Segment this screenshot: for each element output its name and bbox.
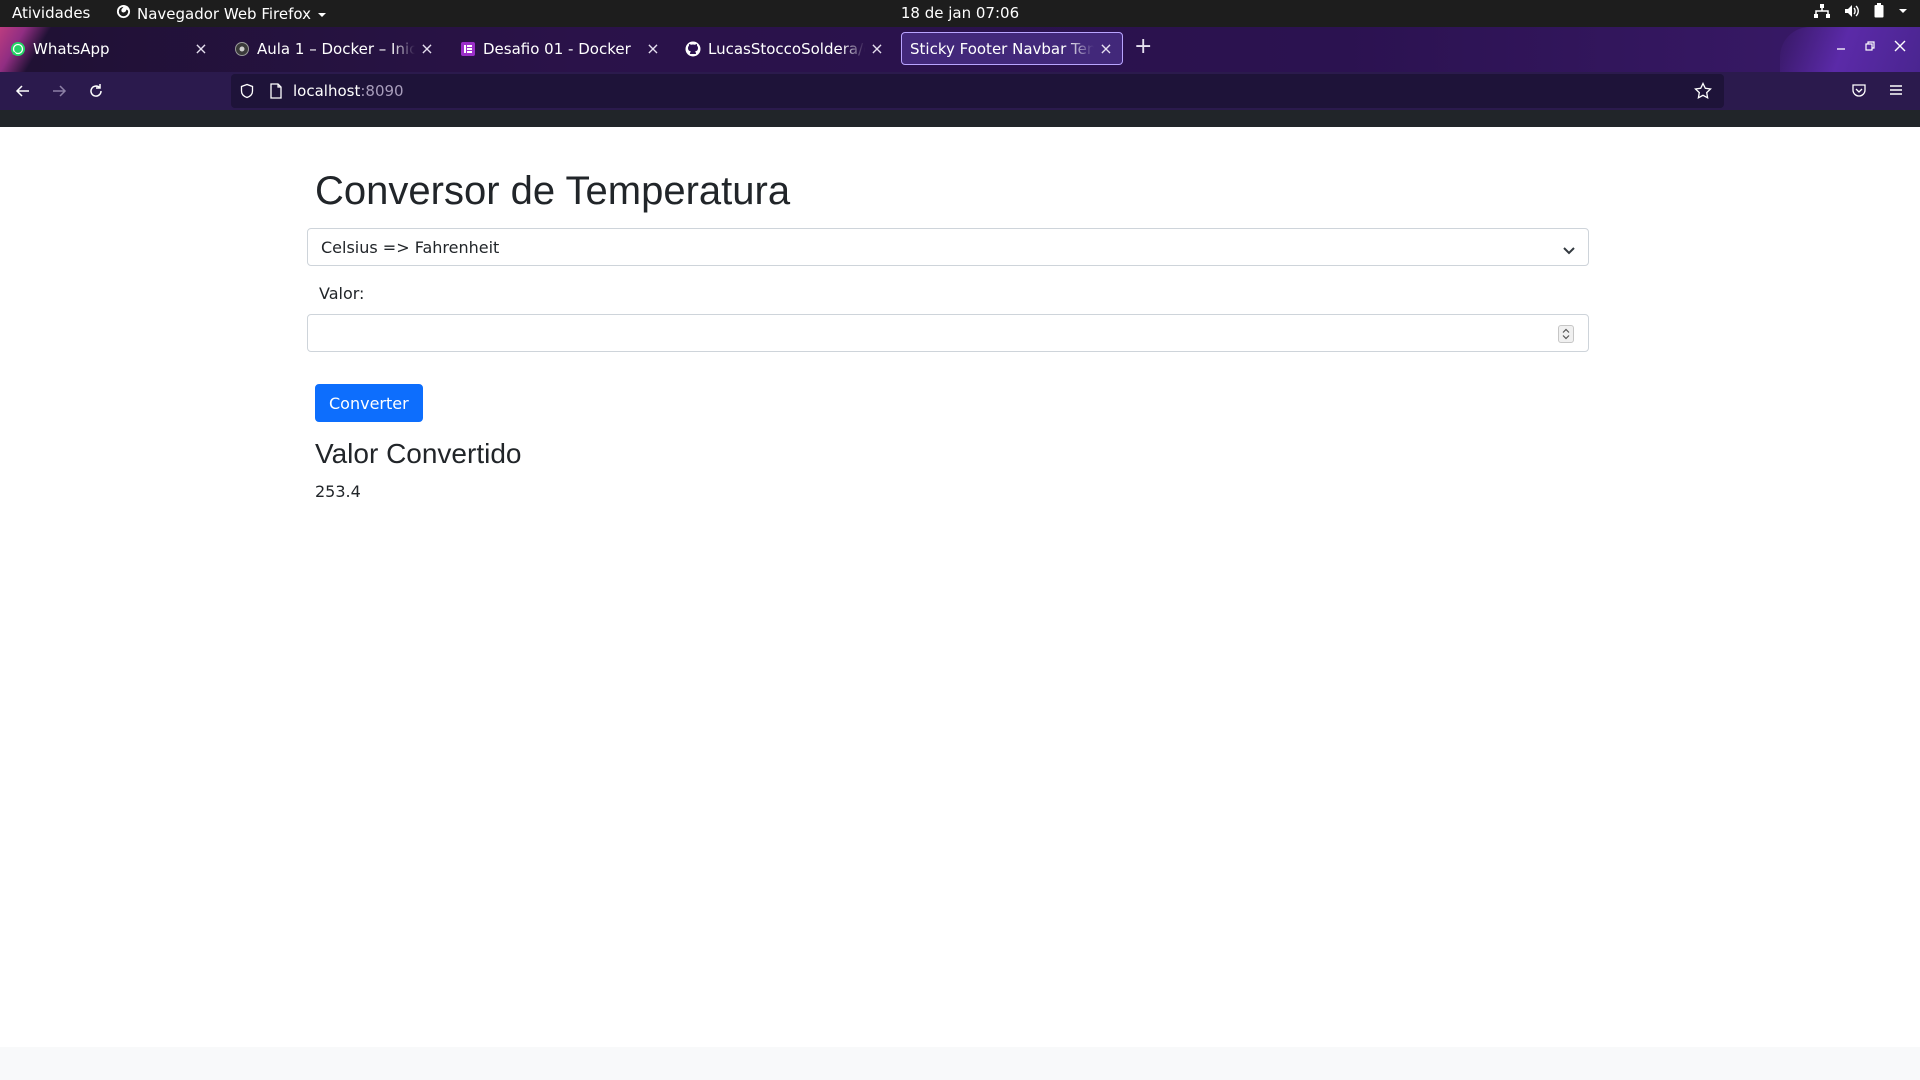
page-title: Conversor de Temperatura (315, 169, 791, 213)
close-tab-icon[interactable]: × (419, 39, 435, 58)
close-window-icon[interactable] (1894, 40, 1906, 56)
reload-icon[interactable] (87, 82, 105, 100)
volume-icon (1844, 4, 1860, 18)
system-tray[interactable] (1814, 3, 1908, 18)
navigation-toolbar: localhost:8090 (0, 72, 1920, 110)
value-input[interactable] (307, 314, 1589, 352)
back-arrow-icon[interactable] (14, 82, 32, 100)
sticky-footer (0, 1047, 1920, 1080)
tab-title: WhatsApp (33, 39, 110, 58)
tab-whatsapp[interactable]: WhatsApp × (2, 32, 217, 65)
tab-title: Desafio 01 - Docker (483, 39, 631, 58)
value-label: Valor: (319, 284, 365, 303)
close-tab-icon[interactable]: × (1098, 39, 1114, 58)
close-tab-icon[interactable]: × (193, 39, 209, 58)
new-tab-plus-icon[interactable]: + (1134, 36, 1152, 58)
address-bar[interactable]: localhost:8090 (231, 74, 1724, 108)
whatsapp-icon (10, 41, 26, 57)
desafio-favicon-icon (460, 41, 476, 57)
firefox-icon (116, 4, 131, 23)
forward-arrow-icon[interactable] (50, 82, 68, 100)
network-icon (1814, 3, 1830, 18)
system-clock[interactable]: 18 de jan 07:06 (901, 4, 1019, 22)
result-value: 253.4 (315, 482, 361, 501)
system-top-bar: Atividades Navegador Web Firefox 18 de j… (0, 0, 1920, 27)
app-menu-label: Navegador Web Firefox (137, 4, 311, 23)
close-tab-icon[interactable]: × (645, 39, 661, 58)
tab-github-repo[interactable]: LucasStoccoSoldera/conversor × (677, 32, 893, 65)
tab-title: Aula 1 – Docker – Iniciativa (257, 39, 415, 58)
page-content: Conversor de Temperatura Celsius => Fahr… (0, 127, 1920, 1047)
chevron-down-icon (317, 5, 327, 23)
tab-desafio-docker[interactable]: Desafio 01 - Docker × (452, 32, 669, 65)
convert-button[interactable]: Converter (315, 384, 423, 422)
tab-title: LucasStoccoSoldera/conversor (708, 39, 865, 58)
conversion-select[interactable]: Celsius => Fahrenheit (307, 228, 1589, 266)
conversion-select-value: Celsius => Fahrenheit (321, 238, 500, 257)
activities-button[interactable]: Atividades (12, 4, 90, 22)
hamburger-menu-icon[interactable] (1888, 82, 1904, 102)
tab-title: Sticky Footer Navbar Template (910, 39, 1094, 58)
page-info-icon[interactable] (269, 83, 283, 103)
tracking-shield-icon[interactable] (239, 83, 255, 103)
bookmark-star-icon[interactable] (1694, 81, 1712, 104)
url-text[interactable]: localhost:8090 (293, 82, 404, 100)
minimize-icon[interactable] (1835, 40, 1847, 56)
close-tab-icon[interactable]: × (869, 39, 885, 58)
tab-strip: WhatsApp × Aula 1 – Docker – Iniciativa … (0, 27, 1920, 72)
chevron-down-icon (1562, 241, 1576, 260)
battery-icon (1874, 3, 1884, 18)
app-menu[interactable]: Navegador Web Firefox (116, 4, 327, 23)
restore-icon[interactable] (1864, 40, 1876, 56)
tab-aula-docker[interactable]: Aula 1 – Docker – Iniciativa × (226, 32, 443, 65)
tab-sticky-footer-active[interactable]: Sticky Footer Navbar Template × (901, 32, 1123, 65)
result-heading: Valor Convertido (315, 438, 522, 469)
site-navbar (0, 110, 1920, 127)
github-icon (685, 41, 701, 57)
aula-favicon-icon (234, 41, 250, 57)
pocket-icon[interactable] (1851, 82, 1867, 102)
number-spinner-icon[interactable] (1558, 325, 1574, 343)
system-menu-chevron-icon (1898, 7, 1908, 15)
